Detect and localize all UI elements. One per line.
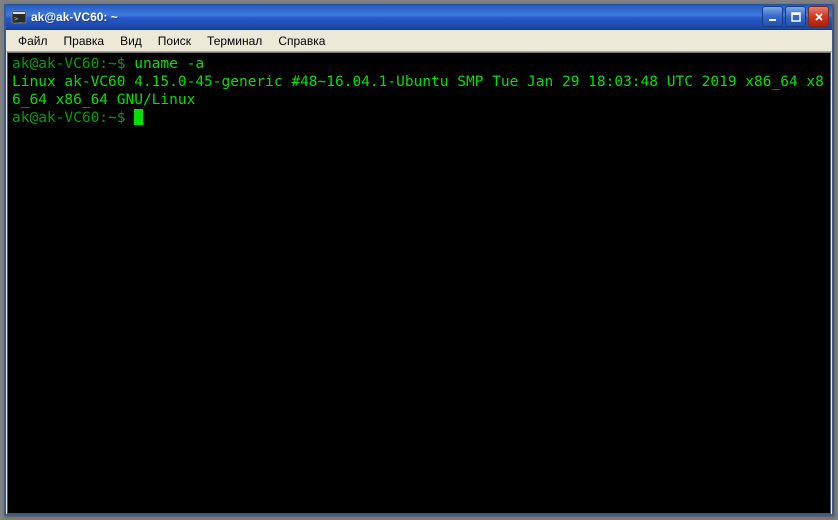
- terminal-window: >_ ak@ak-VC60: ~ Файл Правка Вид Поиск Т…: [4, 4, 834, 516]
- menu-help[interactable]: Справка: [270, 32, 333, 50]
- command-text: uname -a: [134, 56, 204, 72]
- window-title: ak@ak-VC60: ~: [31, 10, 762, 24]
- terminal-icon: >_: [11, 9, 27, 25]
- menubar: Файл Правка Вид Поиск Терминал Справка: [6, 30, 832, 52]
- close-button[interactable]: [808, 6, 829, 27]
- window-controls: [762, 6, 829, 27]
- terminal-output: Linux ak-VC60 4.15.0-45-generic #48~16.0…: [12, 73, 826, 109]
- menu-terminal[interactable]: Терминал: [199, 32, 270, 50]
- menu-search[interactable]: Поиск: [150, 32, 199, 50]
- terminal-content[interactable]: ak@ak-VC60:~$ uname -aLinux ak-VC60 4.15…: [7, 52, 831, 514]
- prompt: ak@ak-VC60:~$: [12, 110, 134, 126]
- cursor-icon: [134, 109, 143, 125]
- terminal-line-1: ak@ak-VC60:~$ uname -a: [12, 55, 826, 73]
- prompt: ak@ak-VC60:~$: [12, 56, 134, 72]
- menu-view[interactable]: Вид: [112, 32, 150, 50]
- maximize-button[interactable]: [785, 6, 806, 27]
- titlebar[interactable]: >_ ak@ak-VC60: ~: [6, 4, 832, 30]
- menu-file[interactable]: Файл: [10, 32, 56, 50]
- menu-edit[interactable]: Правка: [56, 32, 113, 50]
- minimize-button[interactable]: [762, 6, 783, 27]
- svg-text:>_: >_: [14, 15, 23, 23]
- terminal-line-3: ak@ak-VC60:~$: [12, 109, 826, 127]
